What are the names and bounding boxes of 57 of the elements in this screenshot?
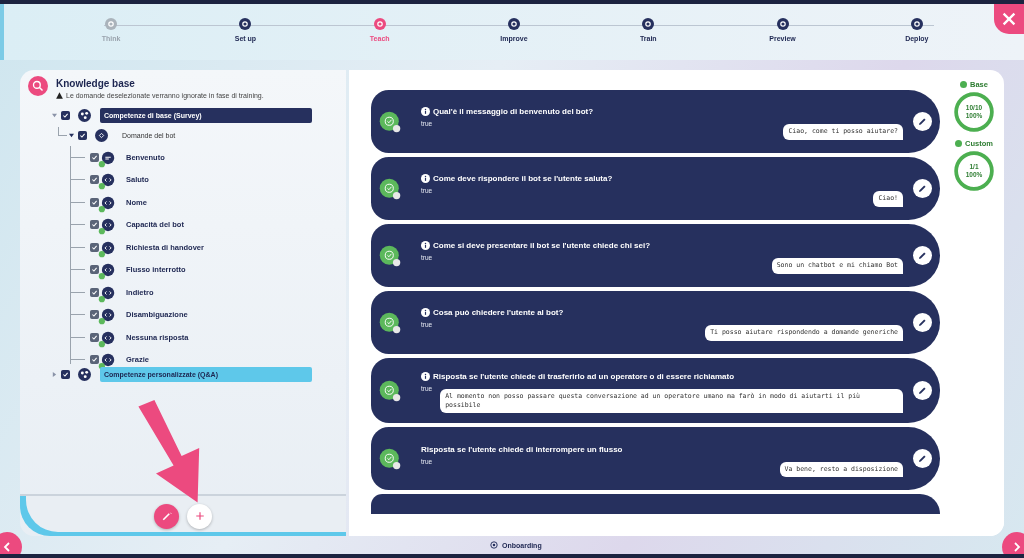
code-icon bbox=[98, 330, 115, 348]
check-badge-icon bbox=[379, 447, 401, 470]
code-icon bbox=[98, 240, 115, 258]
magic-wand-button[interactable] bbox=[154, 503, 179, 529]
checkbox[interactable] bbox=[90, 242, 99, 252]
nodes-icon bbox=[78, 367, 91, 381]
check-badge-icon bbox=[379, 110, 401, 133]
check-badge-icon bbox=[379, 379, 401, 402]
search-icon bbox=[32, 80, 44, 92]
edit-button[interactable] bbox=[913, 313, 932, 332]
question-text: Cosa può chiedere l'utente al bot? bbox=[433, 308, 564, 318]
checkbox[interactable] bbox=[90, 287, 99, 297]
warning-icon bbox=[56, 92, 63, 99]
code-icon bbox=[98, 263, 115, 281]
checkbox[interactable] bbox=[61, 110, 70, 120]
code-icon bbox=[98, 308, 115, 326]
checkbox[interactable] bbox=[61, 369, 70, 379]
question-text: Come deve rispondere il bot se l'utente saluta? bbox=[433, 174, 613, 184]
code-icon bbox=[98, 173, 115, 191]
checkbox[interactable] bbox=[90, 152, 99, 162]
edit-button[interactable] bbox=[913, 246, 932, 265]
checkbox[interactable] bbox=[90, 175, 99, 185]
edit-button[interactable] bbox=[913, 449, 932, 469]
chevron-right-icon bbox=[1012, 542, 1022, 552]
question-text: Risposta se l'utente chiede di interrompere un flusso bbox=[421, 444, 623, 454]
expand-toggle-icon[interactable] bbox=[52, 371, 57, 377]
checkbox[interactable] bbox=[90, 332, 99, 342]
code-icon bbox=[98, 195, 115, 213]
expand-toggle-icon[interactable] bbox=[69, 133, 74, 139]
close-icon bbox=[1000, 10, 1018, 28]
checkbox[interactable] bbox=[90, 220, 99, 230]
question-text: Come si deve presentare il bot se l'utente chiede chi sei? bbox=[433, 241, 651, 251]
close-button[interactable] bbox=[994, 4, 1024, 34]
check-badge-icon bbox=[379, 244, 401, 267]
code-icon bbox=[98, 218, 115, 236]
edit-button[interactable] bbox=[913, 112, 932, 131]
checkbox[interactable] bbox=[90, 310, 99, 320]
edit-button[interactable] bbox=[913, 179, 932, 198]
panel-title: Knowledge base bbox=[56, 78, 136, 89]
check-badge-icon bbox=[379, 177, 401, 200]
question-text: Qual'è il messaggio di benvenuto del bot? bbox=[433, 107, 594, 117]
plus-icon bbox=[193, 510, 206, 522]
checkbox[interactable] bbox=[90, 355, 99, 365]
checkbox[interactable] bbox=[90, 265, 99, 275]
question-text: Risposta se l'utente chiede di trasferirlo ad un operatore o di essere richiamato bbox=[433, 372, 735, 381]
checkbox[interactable] bbox=[90, 197, 99, 207]
magic-wand-icon bbox=[160, 510, 173, 522]
check-badge-icon bbox=[379, 311, 401, 334]
code-icon bbox=[98, 285, 115, 303]
search-button[interactable] bbox=[28, 76, 48, 96]
expand-toggle-icon[interactable] bbox=[52, 112, 57, 118]
checkbox[interactable] bbox=[78, 131, 87, 141]
edit-button[interactable] bbox=[913, 381, 932, 401]
circle-icon bbox=[490, 541, 498, 549]
chevron-left-icon bbox=[2, 542, 12, 552]
nodes-icon bbox=[78, 108, 91, 122]
text-lines-icon bbox=[98, 150, 115, 168]
